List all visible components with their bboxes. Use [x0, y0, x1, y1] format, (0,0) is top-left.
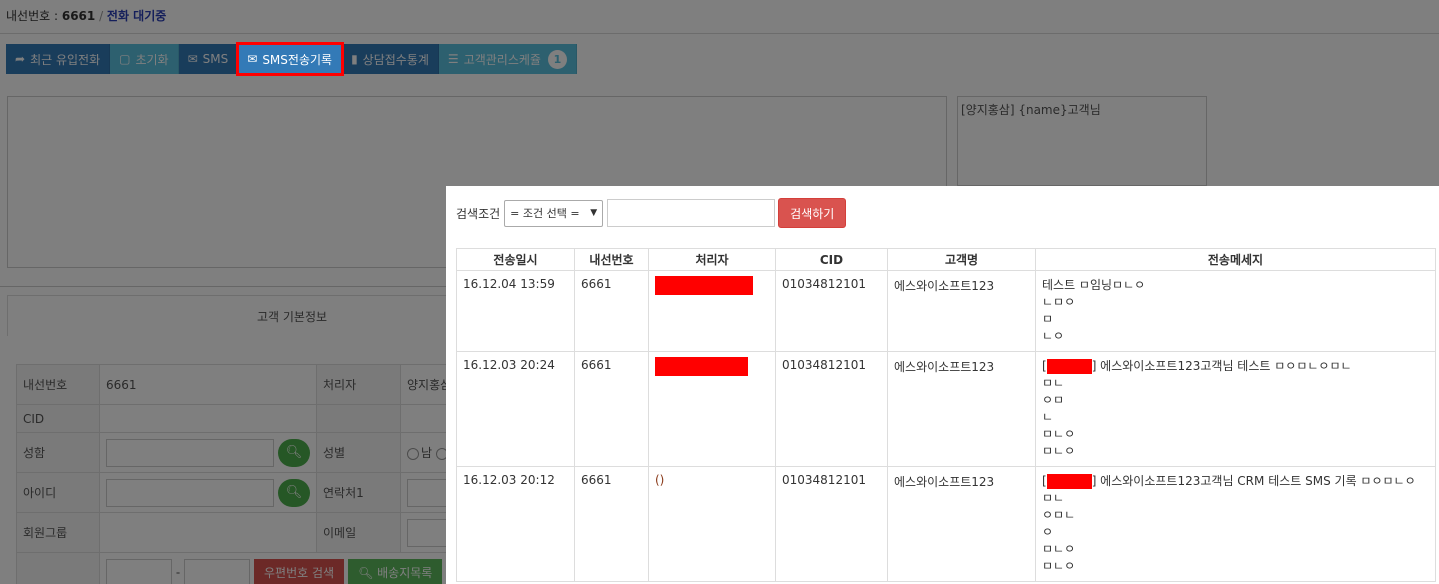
redacted-handler-block [655, 276, 753, 295]
message-line: [] 에스와이소프트123고객님 테스트 ㅁㅇㅁㄴㅇㅁㄴ [1042, 358, 1429, 375]
message-line: ㅁㄴ [1042, 490, 1429, 507]
col-handler[interactable]: 처리자 [648, 248, 776, 271]
message-line: [] 에스와이소프트123고객님 CRM 테스트 SMS 기록 ㅁㅇㅁㄴㅇ [1042, 473, 1429, 490]
search-condition-select[interactable]: = 조건 선택 = ▼ [504, 199, 604, 227]
message-text: ㄴㅁㅇ [1042, 295, 1076, 309]
sms-history-table: 전송일시 내선번호 처리자 CID 고객명 전송메세지 16.12.04 13:… [456, 248, 1436, 582]
col-extension[interactable]: 내선번호 [574, 248, 649, 271]
cell-sent-datetime: 16.12.04 13:59 [456, 270, 575, 352]
table-row[interactable]: 16.12.03 20:12 6661 () 01034812101 에스와이소프트12… [456, 466, 1436, 582]
cell-message: [] 에스와이소프트123고객님 CRM 테스트 SMS 기록 ㅁㅇㅁㄴㅇ ㅁㄴㅇ… [1035, 466, 1436, 582]
sms-history-body: 16.12.04 13:59 6661 01034812101 에스와이소프트123 테… [456, 270, 1436, 582]
message-text: ] 에스와이소프트123고객님 테스트 ㅁㅇㅁㄴㅇㅁㄴ [1091, 359, 1352, 373]
message-line: ㅇㅁㄴ [1042, 507, 1429, 524]
cell-cid: 01034812101 [775, 466, 888, 582]
table-header-row: 전송일시 내선번호 처리자 CID 고객명 전송메세지 [456, 248, 1436, 271]
message-line: ㅁㄴㅇ [1042, 541, 1429, 558]
sms-history-button[interactable]: ✉ SMS전송기록 [236, 42, 345, 76]
message-line: 테스트 ㅁ임닝ㅁㄴㅇ [1042, 277, 1429, 294]
cell-sent-datetime: 16.12.03 20:12 [456, 466, 575, 582]
message-text: ㅁㄴㅇ [1042, 427, 1076, 441]
search-input[interactable] [607, 199, 776, 227]
sms-history-popup: 검색조건 = 조건 선택 = ▼ 검색하기 전송일시 내선번호 처리자 CID … [446, 186, 1439, 584]
message-text: ㅁㄴㅇ [1042, 559, 1076, 573]
message-line: ㄴ [1042, 409, 1429, 426]
cell-cid: 01034812101 [775, 270, 888, 352]
search-bar: 검색조건 = 조건 선택 = ▼ 검색하기 [456, 198, 847, 228]
redacted-brand-block [1046, 359, 1092, 374]
message-text: ㅇㅁㄴ [1042, 508, 1076, 522]
redacted-handler-block [655, 357, 748, 376]
cell-message: [] 에스와이소프트123고객님 테스트 ㅁㅇㅁㄴㅇㅁㄴ ㅁㄴ ㅇㅁㄴㅁㄴㅇ ㅁㄴㅇ [1035, 351, 1436, 467]
message-text: ㅁㄴ [1042, 491, 1065, 505]
cell-cid: 01034812101 [775, 351, 888, 467]
message-line: ㅁㄴㅇ [1042, 443, 1429, 460]
col-message[interactable]: 전송메세지 [1035, 248, 1436, 271]
search-condition-label: 검색조건 [456, 206, 501, 221]
cell-extension: 6661 [574, 351, 649, 467]
cell-sent-datetime: 16.12.03 20:24 [456, 351, 575, 467]
message-text: ㅁ [1042, 312, 1054, 326]
message-line: ㅁㄴ [1042, 375, 1429, 392]
message-text: ㅁㄴㅇ [1042, 542, 1076, 556]
message-text: ㄴ [1042, 410, 1054, 424]
message-line: ㅁ [1042, 311, 1429, 328]
select-value: = 조건 선택 = [510, 207, 580, 220]
col-cid[interactable]: CID [775, 248, 888, 271]
chevron-down-icon: ▼ [590, 208, 598, 218]
cell-customer-name: 에스와이소프트123 [887, 466, 1036, 582]
cell-extension: 6661 [574, 270, 649, 352]
message-text: ㄴㅇ [1042, 329, 1065, 343]
col-sent-datetime[interactable]: 전송일시 [456, 248, 575, 271]
message-line: ㅁㄴㅇ [1042, 558, 1429, 575]
cell-extension: 6661 [574, 466, 649, 582]
cell-customer-name: 에스와이소프트123 [887, 270, 1036, 352]
message-line: ㅁㄴㅇ [1042, 426, 1429, 443]
handler-text: () [655, 473, 665, 487]
cell-handler: () [648, 466, 776, 582]
message-line: ㅇ [1042, 524, 1429, 541]
redacted-brand-block [1046, 474, 1092, 489]
message-line: ㄴㅇ [1042, 328, 1429, 345]
message-text: ㅁㄴ [1042, 376, 1065, 390]
message-line: ㅇㅁ [1042, 392, 1429, 409]
cell-message: 테스트 ㅁ임닝ㅁㄴㅇ ㄴㅁㅇㅁㄴㅇ [1035, 270, 1436, 352]
cell-handler [648, 270, 776, 352]
message-text: ㅁㄴㅇ [1042, 444, 1076, 458]
message-text: ㅇㅁ [1042, 393, 1065, 407]
message-text: ㅇ [1042, 525, 1054, 539]
envelope-icon: ✉ [247, 52, 258, 66]
table-row[interactable]: 16.12.03 20:24 6661 01034812101 에스와이소프트123[… [456, 351, 1436, 467]
search-button[interactable]: 검색하기 [778, 198, 847, 228]
message-text: 테스트 ㅁ임닝ㅁㄴㅇ [1042, 278, 1146, 292]
message-text: ] 에스와이소프트123고객님 CRM 테스트 SMS 기록 ㅁㅇㅁㄴㅇ [1091, 474, 1416, 488]
message-line: ㄴㅁㅇ [1042, 294, 1429, 311]
cell-customer-name: 에스와이소프트123 [887, 351, 1036, 467]
table-row[interactable]: 16.12.04 13:59 6661 01034812101 에스와이소프트123 테… [456, 270, 1436, 352]
col-customer-name[interactable]: 고객명 [887, 248, 1036, 271]
cell-handler [648, 351, 776, 467]
sms-history-label: SMS전송기록 [262, 52, 333, 67]
